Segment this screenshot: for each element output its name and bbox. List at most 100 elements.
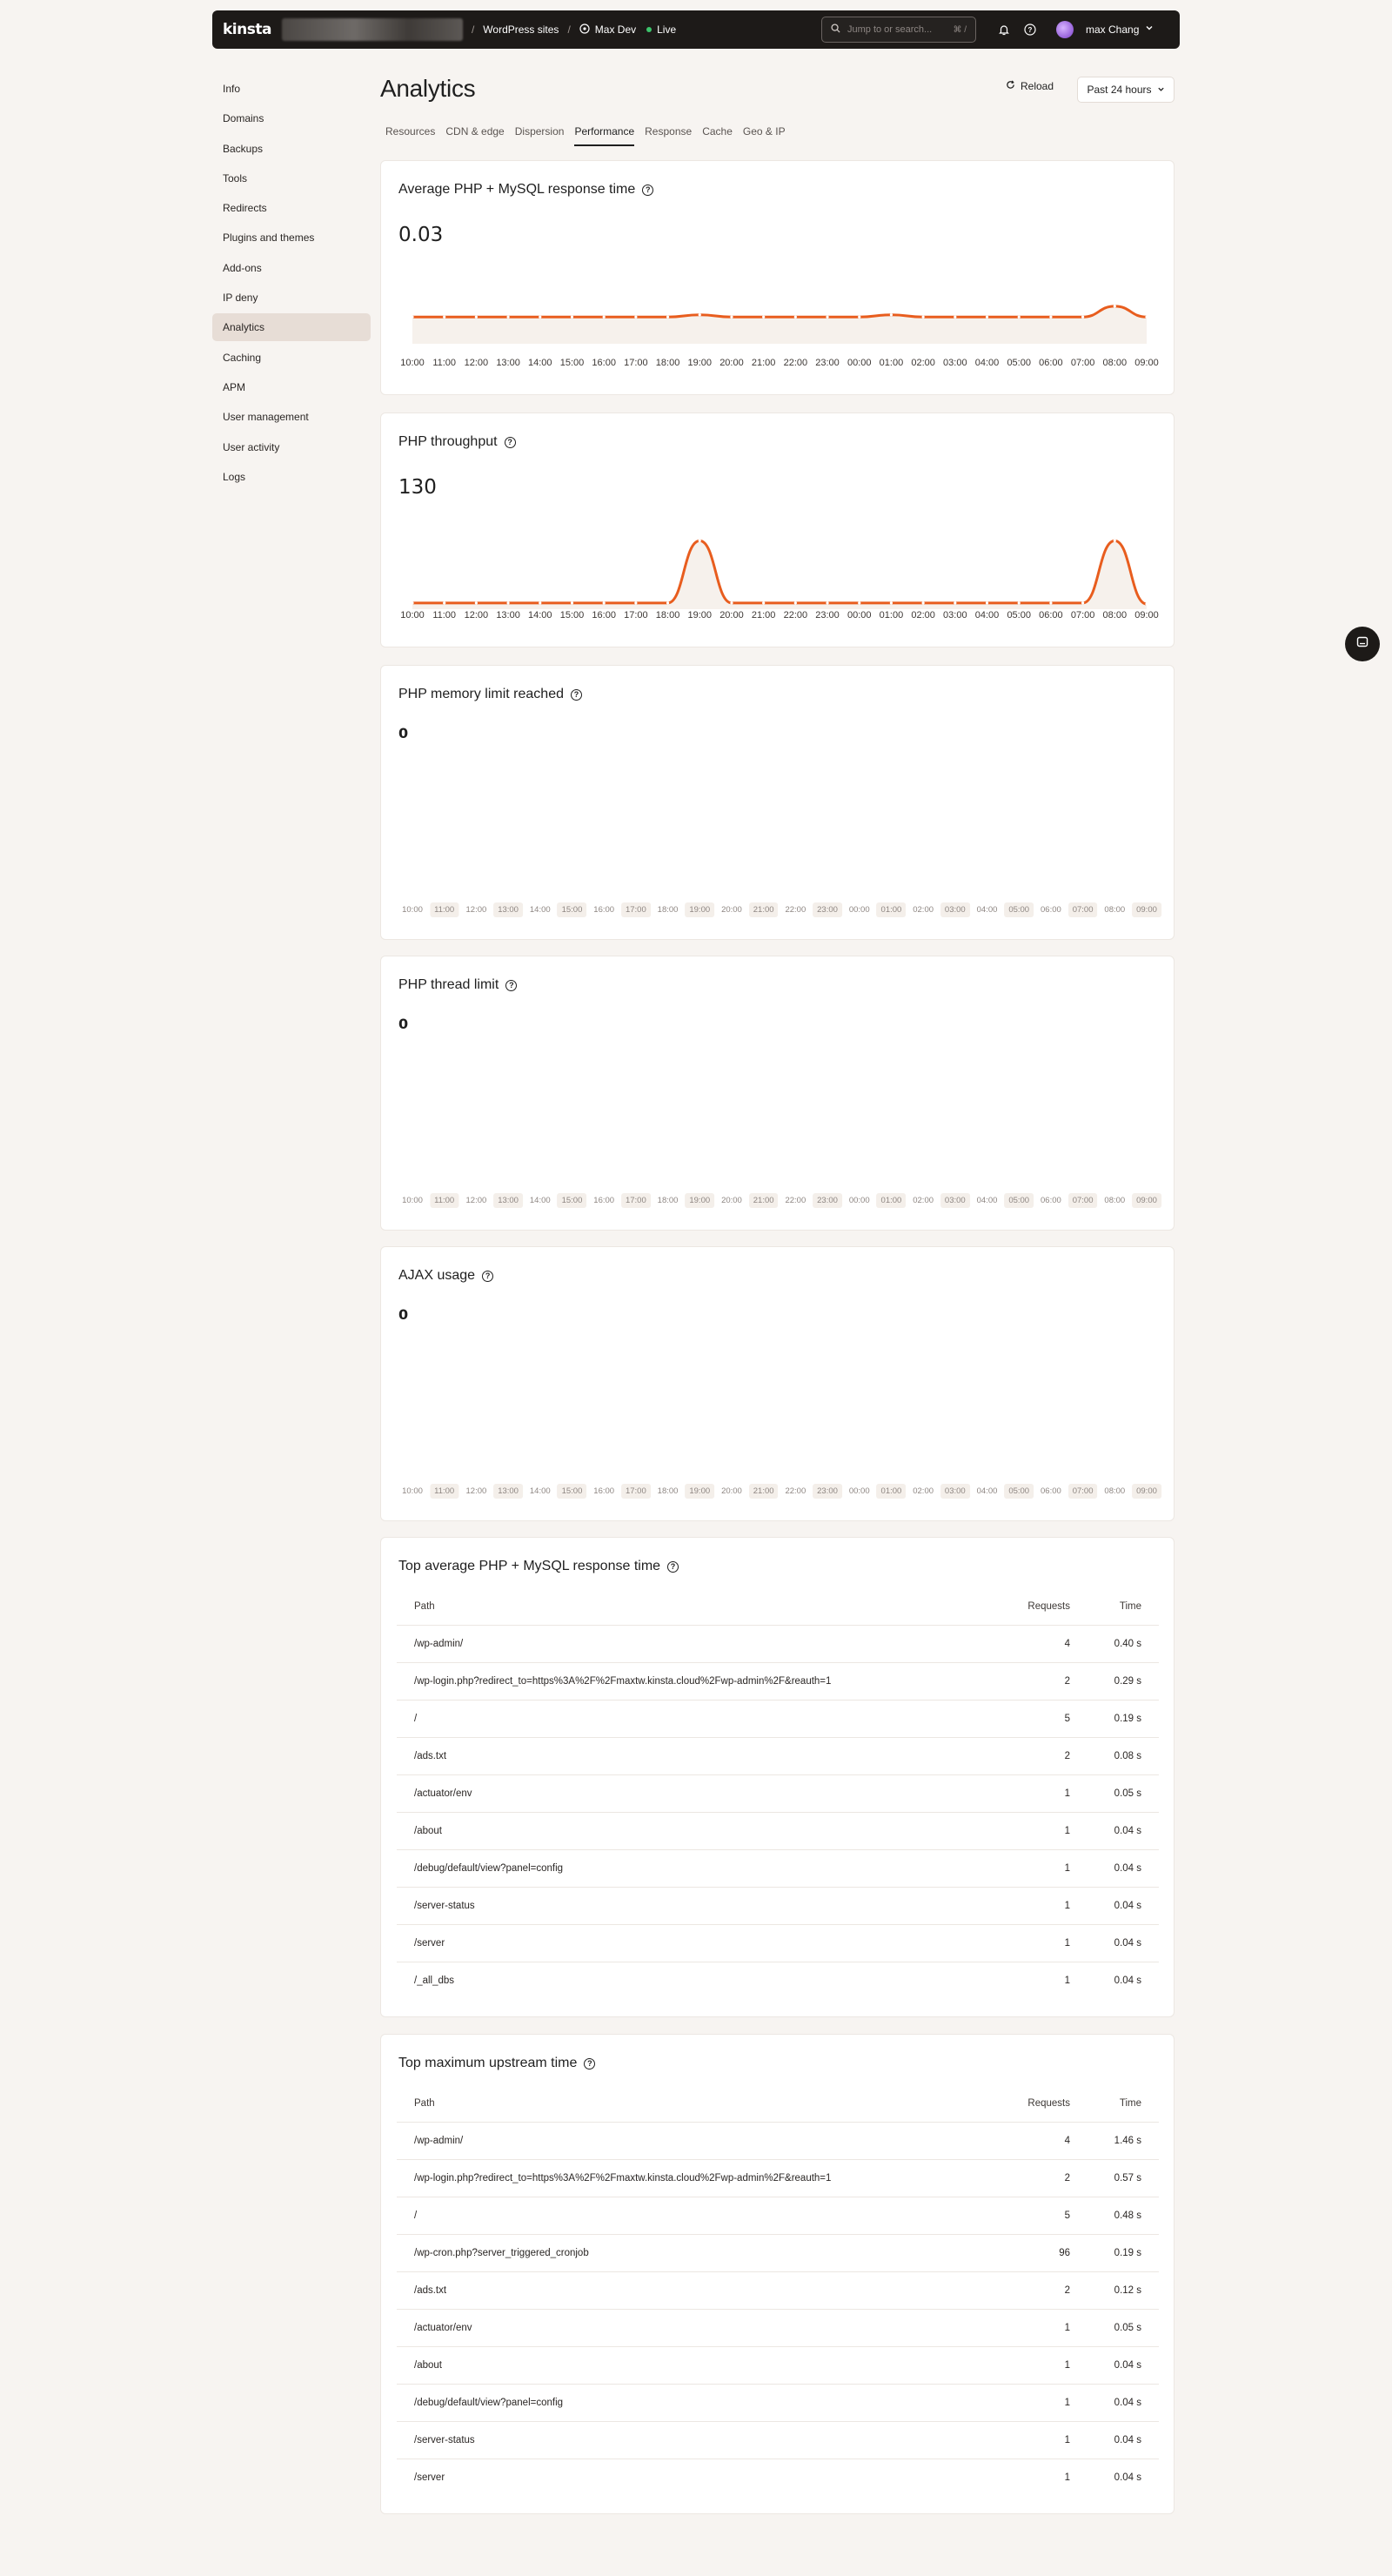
- search-input[interactable]: [847, 24, 947, 35]
- sidebar-item-backups[interactable]: Backups: [212, 135, 371, 163]
- sidebar-item-plugins-and-themes[interactable]: Plugins and themes: [212, 224, 371, 252]
- data-point[interactable]: [634, 601, 638, 605]
- help-icon[interactable]: ?: [570, 688, 582, 701]
- column-header-path[interactable]: Path: [397, 2085, 994, 2123]
- data-point[interactable]: [443, 601, 446, 605]
- reload-button[interactable]: Reload: [1006, 80, 1054, 92]
- data-point[interactable]: [1017, 601, 1021, 605]
- data-point[interactable]: [1113, 305, 1116, 308]
- bell-icon[interactable]: [995, 21, 1013, 38]
- data-point[interactable]: [443, 315, 446, 319]
- data-point[interactable]: [826, 601, 829, 605]
- data-point[interactable]: [1081, 601, 1085, 605]
- column-header-time[interactable]: Time: [1081, 2085, 1159, 2123]
- sidebar-item-user-activity[interactable]: User activity: [212, 433, 371, 461]
- data-point[interactable]: [570, 315, 574, 319]
- data-point[interactable]: [634, 315, 638, 319]
- time-range-select[interactable]: Past 24 hours: [1077, 77, 1174, 103]
- data-point[interactable]: [1049, 315, 1053, 319]
- data-point[interactable]: [602, 315, 606, 319]
- column-header-path[interactable]: Path: [397, 1588, 994, 1626]
- sidebar-item-redirects[interactable]: Redirects: [212, 194, 371, 222]
- column-header-time[interactable]: Time: [1081, 1588, 1159, 1626]
- help-icon[interactable]: ?: [667, 1560, 679, 1573]
- data-point[interactable]: [793, 315, 797, 319]
- breadcrumb-wordpress-sites[interactable]: WordPress sites: [483, 23, 559, 36]
- tab-response[interactable]: Response: [645, 122, 692, 144]
- sidebar-item-user-management[interactable]: User management: [212, 403, 371, 431]
- data-point[interactable]: [474, 315, 478, 319]
- x-tick-label: 22:00: [785, 1486, 806, 1496]
- column-header-requests[interactable]: Requests: [994, 1588, 1081, 1626]
- data-point[interactable]: [570, 601, 574, 605]
- data-point[interactable]: [1145, 315, 1148, 319]
- data-point[interactable]: [1081, 315, 1085, 319]
- search-box[interactable]: ⌘ /: [821, 17, 976, 43]
- sidebar-item-tools[interactable]: Tools: [212, 164, 371, 192]
- data-point[interactable]: [826, 315, 829, 319]
- data-point[interactable]: [698, 539, 701, 542]
- x-tick-label: 20:00: [721, 1196, 742, 1205]
- sidebar-item-ip-deny[interactable]: IP deny: [212, 284, 371, 312]
- data-point[interactable]: [1049, 601, 1053, 605]
- sidebar-item-analytics[interactable]: Analytics: [212, 313, 371, 342]
- chat-button[interactable]: [1345, 627, 1380, 661]
- data-point[interactable]: [730, 315, 733, 319]
- data-point[interactable]: [666, 315, 670, 319]
- tab-geo-ip[interactable]: Geo & IP: [743, 122, 786, 144]
- data-point[interactable]: [1017, 315, 1021, 319]
- data-point[interactable]: [666, 601, 670, 605]
- data-point[interactable]: [602, 601, 606, 605]
- help-icon[interactable]: ?: [1021, 21, 1039, 38]
- tab-cache[interactable]: Cache: [702, 122, 733, 144]
- data-point[interactable]: [1145, 602, 1148, 606]
- card-title: AJAX usage ?: [398, 1268, 494, 1284]
- data-point[interactable]: [954, 315, 957, 319]
- help-icon[interactable]: ?: [482, 1270, 494, 1282]
- sidebar-item-domains[interactable]: Domains: [212, 104, 371, 132]
- data-point[interactable]: [762, 601, 766, 605]
- sidebar-item-apm[interactable]: APM: [212, 373, 371, 401]
- sidebar-item-add-ons[interactable]: Add-ons: [212, 254, 371, 282]
- tab-resources[interactable]: Resources: [385, 122, 435, 144]
- kinsta-logo[interactable]: kinsta: [223, 21, 271, 38]
- data-point[interactable]: [921, 601, 925, 605]
- sidebar-item-info[interactable]: Info: [212, 75, 371, 103]
- data-point[interactable]: [985, 315, 989, 319]
- column-header-requests[interactable]: Requests: [994, 2085, 1081, 2123]
- data-point[interactable]: [698, 313, 701, 317]
- tab-performance[interactable]: Performance: [574, 122, 634, 146]
- environment-label[interactable]: Live: [657, 23, 676, 36]
- data-point[interactable]: [411, 315, 414, 319]
- avatar[interactable]: [1056, 21, 1074, 38]
- data-point[interactable]: [921, 315, 925, 319]
- tab-dispersion[interactable]: Dispersion: [515, 122, 565, 144]
- data-point[interactable]: [985, 601, 989, 605]
- help-icon[interactable]: ?: [505, 979, 518, 991]
- data-point[interactable]: [506, 601, 510, 605]
- user-name[interactable]: max Chang: [1086, 23, 1139, 36]
- data-point[interactable]: [793, 601, 797, 605]
- data-point[interactable]: [730, 601, 733, 605]
- data-point[interactable]: [762, 315, 766, 319]
- data-point[interactable]: [858, 601, 861, 605]
- tab-cdn-edge[interactable]: CDN & edge: [445, 122, 504, 144]
- breadcrumb-site-name[interactable]: Max Dev: [595, 23, 636, 36]
- data-point[interactable]: [858, 315, 861, 319]
- sidebar-item-logs[interactable]: Logs: [212, 463, 371, 491]
- data-point[interactable]: [889, 313, 893, 317]
- data-point[interactable]: [539, 601, 542, 605]
- chevron-down-icon[interactable]: [1145, 23, 1154, 35]
- data-point[interactable]: [411, 601, 414, 605]
- help-icon[interactable]: ?: [504, 436, 516, 448]
- sidebar-item-caching[interactable]: Caching: [212, 344, 371, 372]
- data-point[interactable]: [954, 601, 957, 605]
- data-point[interactable]: [539, 315, 542, 319]
- help-icon[interactable]: ?: [584, 2057, 596, 2070]
- data-point[interactable]: [889, 601, 893, 605]
- x-tick-label: 19:00: [687, 358, 713, 368]
- data-point[interactable]: [506, 315, 510, 319]
- help-icon[interactable]: ?: [642, 184, 654, 196]
- data-point[interactable]: [1113, 539, 1116, 542]
- data-point[interactable]: [474, 601, 478, 605]
